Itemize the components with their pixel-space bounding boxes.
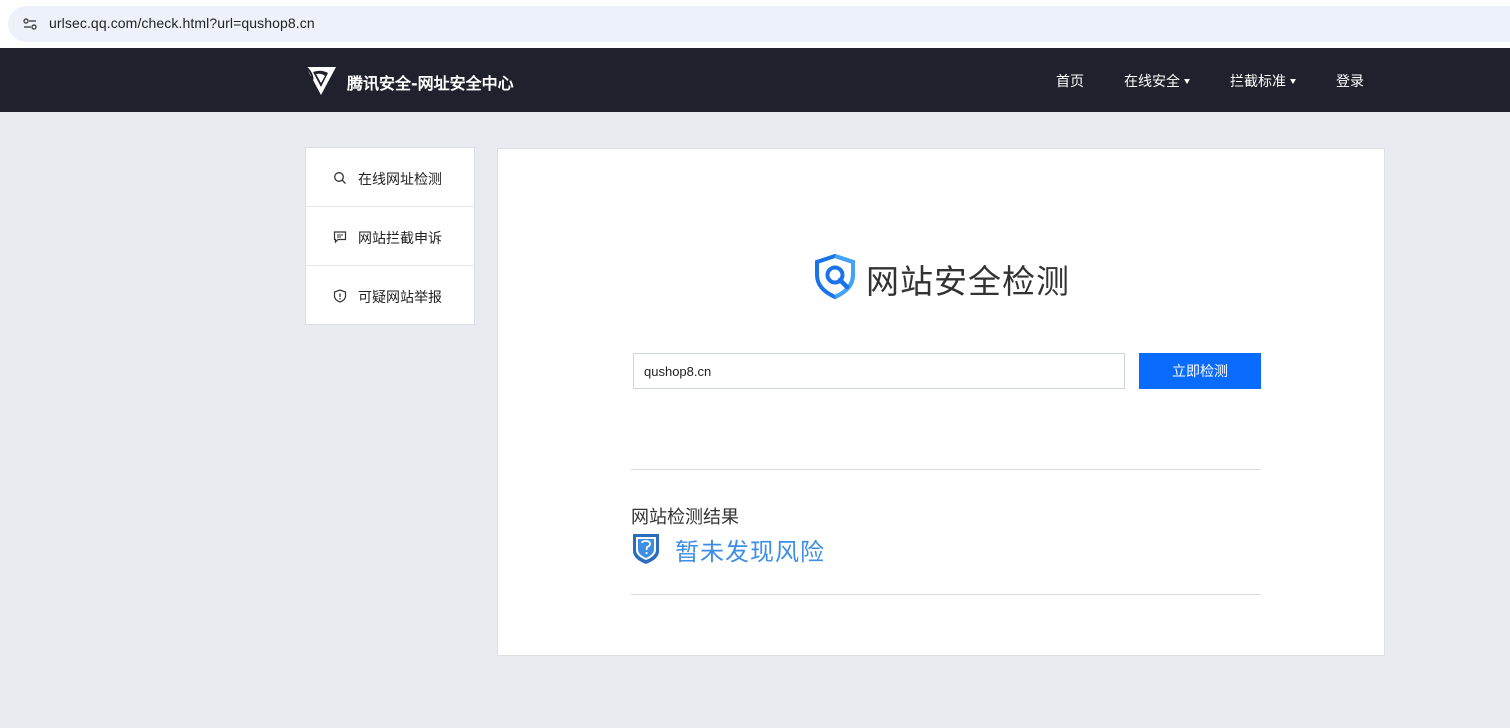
site-info-icon[interactable] (22, 16, 38, 32)
result-heading: 网站检测结果 (631, 507, 739, 528)
shield-search-icon (815, 253, 855, 299)
address-bar[interactable]: urlsec.qq.com/check.html?url=qushop8.cn (8, 6, 1510, 42)
caret-down-icon (1184, 78, 1190, 84)
url-text[interactable]: urlsec.qq.com/check.html?url=qushop8.cn (49, 15, 315, 31)
sidebar-item-url-check[interactable]: 在线网址检测 (306, 148, 474, 207)
nav-login[interactable]: 登录 (1336, 71, 1364, 91)
divider (631, 469, 1261, 470)
side-menu: 在线网址检测 网站拦截申诉 可疑网站举报 (305, 147, 475, 325)
message-icon (333, 231, 347, 244)
main-panel: 网站安全检测 立即检测 网站检测结果 暂未发现风险 (497, 148, 1385, 656)
sidebar-item-label: 可疑网站举报 (358, 290, 442, 306)
nav-online-security[interactable]: 在线安全 (1124, 71, 1190, 91)
top-navbar: 腾讯安全-网址安全中心 首页 在线安全 拦截标准 登录 (0, 48, 1510, 112)
browser-bar: urlsec.qq.com/check.html?url=qushop8.cn (0, 0, 1510, 48)
safe-shield-icon (633, 534, 659, 564)
search-icon (334, 172, 346, 184)
nav-home[interactable]: 首页 (1056, 71, 1084, 91)
nav-online-security-label: 在线安全 (1124, 74, 1180, 90)
tencent-security-logo-icon[interactable] (304, 63, 338, 97)
shield-alert-icon (333, 289, 347, 303)
check-now-button[interactable]: 立即检测 (1139, 353, 1261, 389)
nav-block-standard[interactable]: 拦截标准 (1230, 71, 1296, 91)
nav-block-standard-label: 拦截标准 (1230, 74, 1286, 90)
brand-title[interactable]: 腾讯安全-网址安全中心 (347, 70, 514, 94)
sidebar-item-label: 网站拦截申诉 (358, 231, 442, 247)
sidebar-item-label: 在线网址检测 (358, 172, 442, 188)
url-input[interactable] (633, 353, 1125, 389)
sidebar-item-report[interactable]: 可疑网站举报 (306, 266, 474, 325)
divider (631, 594, 1261, 595)
sidebar-item-appeal[interactable]: 网站拦截申诉 (306, 207, 474, 266)
result-status: 暂未发现风险 (675, 538, 825, 566)
caret-down-icon (1290, 78, 1296, 84)
page-title: 网站安全检测 (866, 262, 1070, 301)
